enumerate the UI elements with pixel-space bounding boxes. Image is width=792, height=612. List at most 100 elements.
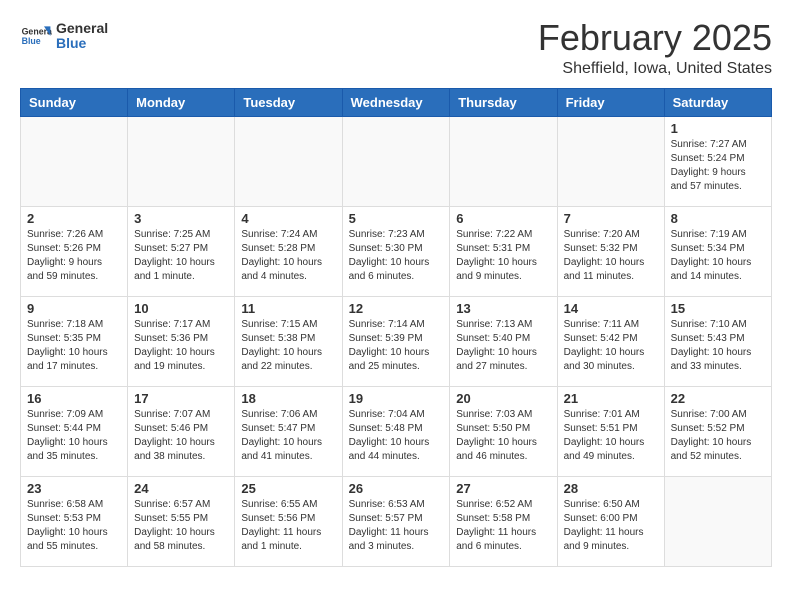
calendar-cell <box>557 117 664 207</box>
calendar-cell: 18 Sunrise: 7:06 AM Sunset: 5:47 PM Dayli… <box>235 387 342 477</box>
day-info: Sunrise: 7:06 AM Sunset: 5:47 PM Dayligh… <box>241 408 335 464</box>
day-info: Sunrise: 7:19 AM Sunset: 5:34 PM Dayligh… <box>671 228 765 284</box>
calendar-cell: 11 Sunrise: 7:15 AM Sunset: 5:38 PM Dayli… <box>235 297 342 387</box>
day-number: 10 <box>134 301 228 316</box>
header: General Blue General Blue February 2025 … <box>20 20 772 78</box>
calendar-cell <box>128 117 235 207</box>
weekday-header-row: SundayMondayTuesdayWednesdayThursdayFrid… <box>21 89 772 117</box>
day-info: Sunrise: 7:15 AM Sunset: 5:38 PM Dayligh… <box>241 318 335 374</box>
day-number: 21 <box>564 391 658 406</box>
day-number: 5 <box>349 211 444 226</box>
day-info: Sunrise: 7:27 AM Sunset: 5:24 PM Dayligh… <box>671 138 765 194</box>
calendar-cell: 19 Sunrise: 7:04 AM Sunset: 5:48 PM Dayli… <box>342 387 450 477</box>
calendar-cell: 26 Sunrise: 6:53 AM Sunset: 5:57 PM Dayli… <box>342 477 450 567</box>
day-info: Sunrise: 7:09 AM Sunset: 5:44 PM Dayligh… <box>27 408 121 464</box>
week-row-3: 9 Sunrise: 7:18 AM Sunset: 5:35 PM Daylig… <box>21 297 772 387</box>
calendar-cell: 5 Sunrise: 7:23 AM Sunset: 5:30 PM Daylig… <box>342 207 450 297</box>
day-number: 15 <box>671 301 765 316</box>
day-number: 20 <box>456 391 550 406</box>
logo-icon: General Blue <box>20 20 52 52</box>
day-info: Sunrise: 6:55 AM Sunset: 5:56 PM Dayligh… <box>241 498 335 554</box>
day-number: 14 <box>564 301 658 316</box>
calendar-cell: 24 Sunrise: 6:57 AM Sunset: 5:55 PM Dayli… <box>128 477 235 567</box>
day-number: 18 <box>241 391 335 406</box>
day-number: 2 <box>27 211 121 226</box>
day-info: Sunrise: 7:23 AM Sunset: 5:30 PM Dayligh… <box>349 228 444 284</box>
calendar-cell: 8 Sunrise: 7:19 AM Sunset: 5:34 PM Daylig… <box>664 207 771 297</box>
weekday-header-monday: Monday <box>128 89 235 117</box>
title-area: February 2025 Sheffield, Iowa, United St… <box>538 20 772 78</box>
day-info: Sunrise: 7:17 AM Sunset: 5:36 PM Dayligh… <box>134 318 228 374</box>
calendar-cell: 10 Sunrise: 7:17 AM Sunset: 5:36 PM Dayli… <box>128 297 235 387</box>
day-number: 1 <box>671 121 765 136</box>
weekday-header-wednesday: Wednesday <box>342 89 450 117</box>
day-number: 22 <box>671 391 765 406</box>
week-row-4: 16 Sunrise: 7:09 AM Sunset: 5:44 PM Dayli… <box>21 387 772 477</box>
day-info: Sunrise: 7:03 AM Sunset: 5:50 PM Dayligh… <box>456 408 550 464</box>
weekday-header-thursday: Thursday <box>450 89 557 117</box>
month-title: February 2025 <box>538 20 772 56</box>
day-number: 16 <box>27 391 121 406</box>
day-number: 4 <box>241 211 335 226</box>
calendar-cell <box>235 117 342 207</box>
day-number: 8 <box>671 211 765 226</box>
calendar-cell: 15 Sunrise: 7:10 AM Sunset: 5:43 PM Dayli… <box>664 297 771 387</box>
day-info: Sunrise: 7:04 AM Sunset: 5:48 PM Dayligh… <box>349 408 444 464</box>
week-row-2: 2 Sunrise: 7:26 AM Sunset: 5:26 PM Daylig… <box>21 207 772 297</box>
day-number: 6 <box>456 211 550 226</box>
day-info: Sunrise: 7:25 AM Sunset: 5:27 PM Dayligh… <box>134 228 228 284</box>
calendar-cell: 27 Sunrise: 6:52 AM Sunset: 5:58 PM Dayli… <box>450 477 557 567</box>
calendar-cell: 4 Sunrise: 7:24 AM Sunset: 5:28 PM Daylig… <box>235 207 342 297</box>
calendar-cell: 20 Sunrise: 7:03 AM Sunset: 5:50 PM Dayli… <box>450 387 557 477</box>
week-row-5: 23Sunrise: 6:58 AM Sunset: 5:53 PM Dayli… <box>21 477 772 567</box>
calendar-cell: 14 Sunrise: 7:11 AM Sunset: 5:42 PM Dayli… <box>557 297 664 387</box>
day-number: 24 <box>134 481 228 496</box>
day-number: 9 <box>27 301 121 316</box>
day-number: 25 <box>241 481 335 496</box>
weekday-header-sunday: Sunday <box>21 89 128 117</box>
day-info: Sunrise: 7:01 AM Sunset: 5:51 PM Dayligh… <box>564 408 658 464</box>
calendar-cell: 2 Sunrise: 7:26 AM Sunset: 5:26 PM Daylig… <box>21 207 128 297</box>
day-info: Sunrise: 6:58 AM Sunset: 5:53 PM Dayligh… <box>27 498 121 554</box>
calendar-cell: 23Sunrise: 6:58 AM Sunset: 5:53 PM Dayli… <box>21 477 128 567</box>
week-row-1: 1 Sunrise: 7:27 AM Sunset: 5:24 PM Daylig… <box>21 117 772 207</box>
calendar-cell: 7Sunrise: 7:20 AM Sunset: 5:32 PM Daylig… <box>557 207 664 297</box>
logo: General Blue General Blue <box>20 20 108 52</box>
day-number: 27 <box>456 481 550 496</box>
calendar-cell: 6 Sunrise: 7:22 AM Sunset: 5:31 PM Daylig… <box>450 207 557 297</box>
day-number: 26 <box>349 481 444 496</box>
calendar-cell: 1 Sunrise: 7:27 AM Sunset: 5:24 PM Daylig… <box>664 117 771 207</box>
weekday-header-saturday: Saturday <box>664 89 771 117</box>
logo-general-text: General <box>56 21 108 36</box>
day-number: 12 <box>349 301 444 316</box>
day-info: Sunrise: 6:57 AM Sunset: 5:55 PM Dayligh… <box>134 498 228 554</box>
calendar-cell: 28 Sunrise: 6:50 AM Sunset: 6:00 PM Dayli… <box>557 477 664 567</box>
day-info: Sunrise: 7:20 AM Sunset: 5:32 PM Dayligh… <box>564 228 658 284</box>
calendar-cell: 21 Sunrise: 7:01 AM Sunset: 5:51 PM Dayli… <box>557 387 664 477</box>
calendar-cell: 17 Sunrise: 7:07 AM Sunset: 5:46 PM Dayli… <box>128 387 235 477</box>
day-number: 3 <box>134 211 228 226</box>
day-info: Sunrise: 7:13 AM Sunset: 5:40 PM Dayligh… <box>456 318 550 374</box>
day-info: Sunrise: 7:22 AM Sunset: 5:31 PM Dayligh… <box>456 228 550 284</box>
day-info: Sunrise: 7:24 AM Sunset: 5:28 PM Dayligh… <box>241 228 335 284</box>
logo-blue-text: Blue <box>56 36 108 51</box>
day-info: Sunrise: 6:53 AM Sunset: 5:57 PM Dayligh… <box>349 498 444 554</box>
day-number: 11 <box>241 301 335 316</box>
calendar-cell: 22Sunrise: 7:00 AM Sunset: 5:52 PM Dayli… <box>664 387 771 477</box>
day-info: Sunrise: 7:11 AM Sunset: 5:42 PM Dayligh… <box>564 318 658 374</box>
day-info: Sunrise: 7:14 AM Sunset: 5:39 PM Dayligh… <box>349 318 444 374</box>
day-info: Sunrise: 7:07 AM Sunset: 5:46 PM Dayligh… <box>134 408 228 464</box>
day-number: 28 <box>564 481 658 496</box>
calendar-cell: 3 Sunrise: 7:25 AM Sunset: 5:27 PM Daylig… <box>128 207 235 297</box>
day-info: Sunrise: 7:10 AM Sunset: 5:43 PM Dayligh… <box>671 318 765 374</box>
day-number: 13 <box>456 301 550 316</box>
calendar-cell <box>664 477 771 567</box>
day-info: Sunrise: 7:26 AM Sunset: 5:26 PM Dayligh… <box>27 228 121 284</box>
day-info: Sunrise: 7:18 AM Sunset: 5:35 PM Dayligh… <box>27 318 121 374</box>
day-info: Sunrise: 6:50 AM Sunset: 6:00 PM Dayligh… <box>564 498 658 554</box>
calendar-cell <box>21 117 128 207</box>
day-number: 19 <box>349 391 444 406</box>
calendar-cell: 9 Sunrise: 7:18 AM Sunset: 5:35 PM Daylig… <box>21 297 128 387</box>
day-info: Sunrise: 6:52 AM Sunset: 5:58 PM Dayligh… <box>456 498 550 554</box>
day-number: 17 <box>134 391 228 406</box>
